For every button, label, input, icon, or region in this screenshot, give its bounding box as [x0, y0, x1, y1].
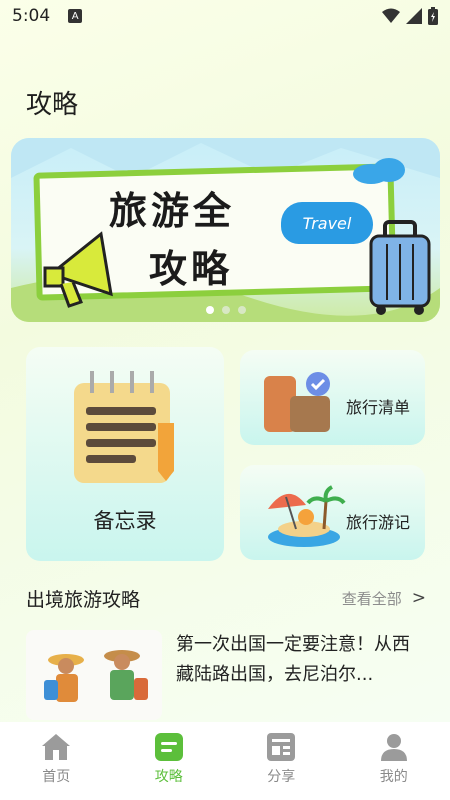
share-icon	[267, 733, 296, 761]
section-header: 出境旅游攻略 查看全部 >	[26, 584, 426, 612]
cloud-icon	[353, 158, 405, 184]
banner-travel-cloud: Travel	[281, 202, 373, 244]
signal-icon	[406, 8, 422, 24]
banner-carousel[interactable]: 旅游全 攻略 Travel	[11, 138, 440, 322]
status-time: 5:04	[12, 6, 51, 26]
user-icon	[380, 734, 407, 761]
bottom-tab-bar: 首页 攻略 分享 我的	[0, 722, 450, 800]
travel-list-label: 旅行清单	[346, 398, 411, 417]
chevron-right-icon: >	[411, 588, 426, 608]
view-all-label: 查看全部	[341, 589, 402, 608]
travel-journal-card[interactable]: 旅行游记	[240, 465, 425, 560]
tab-guide-label: 攻略	[154, 769, 183, 785]
luggage-icon	[264, 372, 330, 432]
memo-label: 备忘录	[93, 509, 157, 533]
banner-dot[interactable]	[237, 306, 246, 314]
guide-icon	[154, 733, 183, 761]
banner-pagination	[11, 306, 440, 314]
home-icon	[42, 734, 71, 760]
status-bar: 5:04 A	[0, 0, 450, 32]
banner-dot[interactable]	[205, 306, 214, 314]
beach-island-icon	[268, 485, 346, 547]
status-icons	[382, 7, 438, 25]
article-thumbnail	[26, 630, 162, 720]
travelers-illustration	[44, 650, 148, 702]
tab-mine-label: 我的	[379, 769, 408, 785]
article-title: 第一次出国一定要注意！从西藏陆路出国，去尼泊尔...	[176, 634, 410, 685]
article-list-item[interactable]: 第一次出国一定要注意！从西藏陆路出国，去尼泊尔...	[26, 630, 431, 720]
tab-share-label: 分享	[267, 769, 296, 785]
suitcase-icon	[369, 220, 431, 315]
notepad-icon	[74, 371, 174, 483]
wifi-icon	[382, 8, 400, 23]
travel-journal-label: 旅行游记	[346, 513, 411, 532]
section-title: 出境旅游攻略	[26, 588, 141, 611]
banner-dot[interactable]	[221, 306, 230, 314]
view-all-link[interactable]: 查看全部 >	[342, 588, 426, 609]
tab-share[interactable]: 分享	[236, 732, 326, 786]
page-title: 攻略	[26, 90, 79, 120]
tab-guide[interactable]: 攻略	[124, 732, 214, 786]
megaphone-icon	[43, 231, 113, 308]
banner-title-line2: 攻略	[149, 247, 234, 291]
travel-list-card[interactable]: 旅行清单	[240, 350, 425, 445]
tab-mine[interactable]: 我的	[349, 732, 439, 786]
tab-home[interactable]: 首页	[11, 732, 101, 786]
notification-a-icon: A	[68, 9, 83, 23]
memo-card[interactable]: 备忘录	[26, 347, 224, 561]
tab-home-label: 首页	[42, 769, 71, 785]
battery-icon	[428, 7, 438, 25]
